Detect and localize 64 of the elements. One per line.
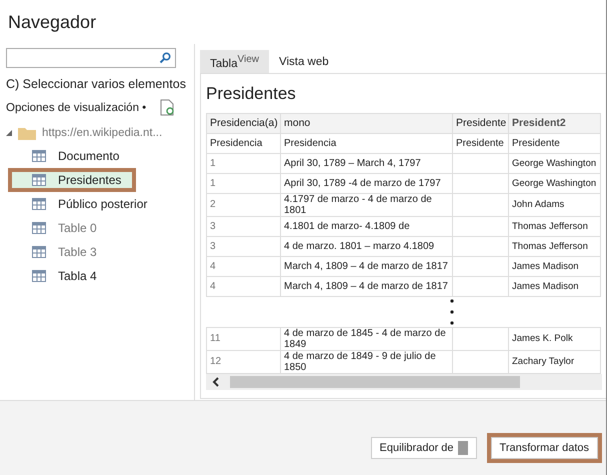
table-cell: 4 de marzo de 1849 - 9 de julio de 1850 <box>280 350 452 374</box>
table-cell: 3 <box>206 236 280 256</box>
table-cell: James Madison <box>508 256 600 276</box>
table-cell: James Madison <box>508 276 600 296</box>
select-multiple-label[interactable]: C) Seleccionar varios elementos <box>6 77 194 91</box>
tab[interactable]: Tabla$^{View}$ <box>200 50 269 73</box>
table-icon <box>32 270 46 282</box>
action-button[interactable]: Transformar datos <box>490 437 598 459</box>
table-cell: James K. Polk <box>508 327 600 350</box>
table-cell: Thomas Jefferson <box>508 216 600 236</box>
display-options-menu[interactable]: Opciones de visualización • <box>6 102 146 114</box>
table-cell: Thomas Jefferson <box>508 236 600 256</box>
search-field[interactable] <box>6 48 176 68</box>
table-list-item[interactable]: Documento <box>8 144 194 168</box>
table-list-item[interactable]: Público posterior <box>8 192 194 216</box>
table-icon <box>32 150 46 162</box>
ellipsis-icon <box>450 298 454 325</box>
table-cell: 1 <box>206 153 280 174</box>
column-type-cell: Presidente <box>508 133 600 154</box>
table-cell: March 4, 1809 – 4 de marzo de 1817 <box>280 276 452 296</box>
scroll-left-icon[interactable] <box>212 376 220 387</box>
table-cell: 4.1801 de marzo- 4.1809 de <box>280 216 452 236</box>
table-list-item[interactable]: Table 0 <box>8 216 194 240</box>
folder-icon <box>18 126 36 140</box>
table-cell: 3 <box>206 216 280 236</box>
expand-arrow-icon[interactable] <box>6 130 12 136</box>
horizontal-scrollbar[interactable] <box>206 374 602 390</box>
tab[interactable]: Vista web <box>269 50 339 73</box>
table-cell: Zachary Taylor <box>508 350 600 374</box>
table-cell: John Adams <box>508 193 600 216</box>
table-cell: George Washington <box>508 153 600 174</box>
table-icon <box>32 246 46 258</box>
column-type-cell: Presidente <box>452 133 508 154</box>
table-cell: 4 <box>206 256 280 276</box>
refresh-document-icon[interactable] <box>160 99 174 116</box>
table-icon <box>32 222 46 234</box>
column-type-cell: Presidencia <box>280 133 452 154</box>
table-cell: March 4, 1809 – 4 de marzo de 1817 <box>280 256 452 276</box>
table-cell: 4 <box>206 276 280 296</box>
tree-node-label[interactable]: https://en.wikipedia.nt... <box>42 127 162 139</box>
table-icon <box>32 174 46 186</box>
table-cell: 4 de marzo de 1845 - 4 de marzo de 1849 <box>280 327 452 350</box>
table-cell: April 30, 1789 -4 de marzo de 1797 <box>280 173 452 194</box>
action-button[interactable]: Equilibrador de <box>370 437 477 459</box>
table-list-item[interactable]: Tabla 4 <box>8 264 194 288</box>
table-cell: 1 <box>206 173 280 194</box>
table-cell: 11 <box>206 327 280 350</box>
search-icon <box>159 52 171 64</box>
table-icon <box>32 198 46 210</box>
column-header: Presidente <box>452 113 508 134</box>
column-header: mono <box>280 113 452 134</box>
column-type-cell: Presidencia <box>206 133 280 154</box>
table-list-item[interactable]: Presidentes <box>8 168 136 192</box>
table-cell: April 30, 1789 – March 4, 1797 <box>280 153 452 174</box>
preview-title: Presidentes <box>206 84 297 104</box>
column-header: President2 <box>508 113 600 134</box>
table-cell: George Washington <box>508 173 600 194</box>
table-cell: 2 <box>206 193 280 216</box>
column-header: Presidencia(a) <box>206 113 280 134</box>
table-cell: 12 <box>206 350 280 374</box>
table-list-item[interactable]: Table 3 <box>8 240 194 264</box>
table-cell: 4.1797 de marzo - 4 de marzo de 1801 <box>280 193 452 216</box>
window-title: Navegador <box>7 11 98 34</box>
table-cell: 4 de marzo. 1801 – marzo 4.1809 <box>280 236 452 256</box>
